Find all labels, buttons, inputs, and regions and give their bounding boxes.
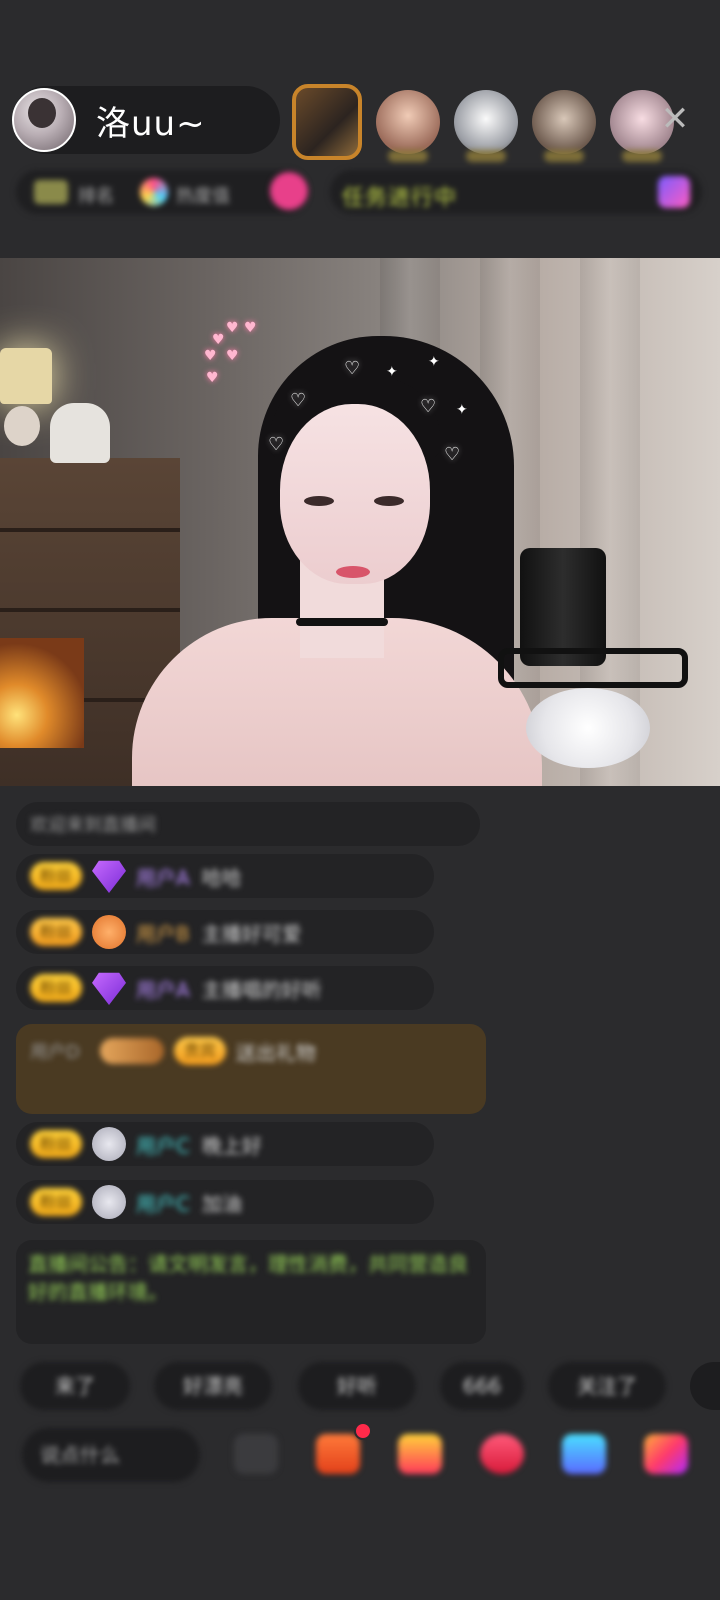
heart-effect-icon: ♡ <box>290 390 307 411</box>
live-stream-screen: 洛uu~ ✕ 排名 热度值 任务进行中 ♡ ♡ ♡ ♡ ♡ ♥ ♥ ♥ ♥ ♥ … <box>0 0 720 1600</box>
heart-effect-icon: ♥ <box>244 320 257 336</box>
choker <box>296 618 388 626</box>
user-icon <box>92 1127 127 1161</box>
sparkle-icon: ✦ <box>386 364 398 380</box>
video-stream[interactable]: ♡ ♡ ♡ ♡ ♡ ♥ ♥ ♥ ♥ ♥ ♥ ✦ ✦ ✦ <box>0 258 720 786</box>
quick-reply-overflow[interactable] <box>690 1362 720 1410</box>
streamer-face <box>280 404 430 584</box>
statue <box>50 403 110 463</box>
user-name[interactable]: 用户B <box>136 918 190 947</box>
host-name: 洛uu~ <box>96 103 206 144</box>
like-icon[interactable] <box>480 1434 524 1474</box>
more-icon[interactable] <box>644 1434 688 1474</box>
quick-reply-button[interactable]: 666 <box>440 1362 524 1410</box>
vip-message-text: 送出礼物 <box>235 1040 316 1065</box>
vip-tag-icon <box>99 1038 164 1064</box>
heart-effect-icon: ♡ <box>268 434 285 455</box>
gift-box-icon[interactable] <box>316 1434 360 1474</box>
quick-reply-button[interactable]: 好漂亮 <box>154 1362 272 1410</box>
streamer-lips <box>336 566 370 578</box>
user-name[interactable]: 用户C <box>136 1188 190 1217</box>
heart-effect-icon: ♥ <box>204 348 217 364</box>
quick-reply-button[interactable]: 来了 <box>20 1362 130 1410</box>
notice-message: 直播间公告：请文明发言，理性消费，共同营造良好的直播环境。 <box>16 1240 486 1344</box>
fan-badge: 粉丝 <box>30 862 83 890</box>
user-name[interactable]: 用户A <box>136 974 190 1003</box>
user-name[interactable]: 用户C <box>136 1130 190 1159</box>
host-avatar[interactable] <box>12 88 76 152</box>
lamp-base <box>4 406 40 446</box>
bottom-toolbar: 说点什么 <box>0 1422 720 1484</box>
notice-text: 直播间公告：请文明发言，理性消费，共同营造良好的直播环境。 <box>28 1252 468 1304</box>
sparkle-icon: ✦ <box>428 354 440 370</box>
host-info[interactable]: 洛uu~ <box>12 86 280 154</box>
vip-chat-message[interactable]: 用户D 贵宾 送出礼物 <box>16 1024 486 1114</box>
fan-badge: 粉丝 <box>30 918 83 946</box>
message-text: 主播唱的好听 <box>201 977 322 1002</box>
popularity-text: 热度值 <box>176 186 230 207</box>
chat-message[interactable]: 粉丝 用户C 晚上好 <box>16 1122 434 1166</box>
user-icon <box>92 1185 127 1219</box>
heart-effect-icon: ♡ <box>344 358 361 379</box>
viewer-avatar[interactable] <box>532 90 596 162</box>
viewer-avatar[interactable] <box>292 84 362 160</box>
task-text: 任务进行中 <box>342 186 458 211</box>
quick-reply-button[interactable]: 好听 <box>298 1362 416 1410</box>
notification-dot <box>354 1422 372 1440</box>
sparkle-icon: ✦ <box>456 402 468 418</box>
heart-effect-icon: ♥ <box>226 320 239 336</box>
chat-message[interactable]: 粉丝 用户B 主播好可爱 <box>16 910 434 954</box>
message-text: 主播好可爱 <box>201 921 302 946</box>
fan-badge: 粉丝 <box>30 1188 83 1216</box>
heart-effect-icon: ♡ <box>444 444 461 465</box>
gem-icon <box>92 972 127 1005</box>
heart-effect-icon: ♥ <box>206 370 219 386</box>
info-row: 排名 热度值 任务进行中 <box>16 170 702 214</box>
pink-action-icon[interactable] <box>270 172 308 210</box>
lamp <box>0 348 52 404</box>
user-name[interactable]: 用户A <box>136 862 190 891</box>
rank-text: 排名 <box>78 186 114 207</box>
system-message: 欢迎来到直播间 <box>16 802 480 846</box>
task-icon <box>658 176 690 208</box>
share-icon[interactable] <box>562 1434 606 1474</box>
vip-level[interactable]: 用户D <box>30 1038 80 1064</box>
quick-reply-button[interactable]: 关注了 <box>548 1362 666 1410</box>
gem-icon <box>92 860 127 893</box>
user-icon <box>92 915 127 949</box>
streamer-eye <box>374 496 404 506</box>
rank-icon <box>34 180 68 204</box>
emoji-icon[interactable] <box>234 1434 278 1474</box>
top-viewers <box>292 84 674 162</box>
chat-message[interactable]: 粉丝 用户A 哈哈 <box>16 854 434 898</box>
fan-badge: 粉丝 <box>30 974 83 1002</box>
message-text: 哈哈 <box>201 865 242 890</box>
message-text: 加油 <box>201 1191 242 1216</box>
task-banner[interactable]: 任务进行中 <box>330 170 702 214</box>
chat-input[interactable]: 说点什么 <box>22 1428 200 1482</box>
chat-message[interactable]: 粉丝 用户A 主播唱的好听 <box>16 966 434 1010</box>
system-message-text: 欢迎来到直播间 <box>30 815 156 836</box>
viewer-avatar[interactable] <box>376 90 440 162</box>
fireplace-glow <box>0 638 84 748</box>
heart-effect-icon: ♡ <box>420 396 437 417</box>
mic-arm <box>498 648 688 688</box>
close-icon[interactable]: ✕ <box>660 102 690 136</box>
rank-info[interactable]: 排名 热度值 <box>16 170 308 214</box>
mic-fluff <box>526 688 650 768</box>
heart-effect-icon: ♥ <box>212 332 225 348</box>
gift-icon[interactable] <box>398 1434 442 1474</box>
popularity-icon <box>140 178 168 206</box>
streamer-eye <box>304 496 334 506</box>
viewer-avatar[interactable] <box>454 90 518 162</box>
message-text: 晚上好 <box>201 1133 262 1158</box>
chat-message[interactable]: 粉丝 用户C 加油 <box>16 1180 434 1224</box>
heart-effect-icon: ♥ <box>226 348 239 364</box>
vip-badge: 贵宾 <box>173 1037 226 1065</box>
fan-badge: 粉丝 <box>30 1130 83 1158</box>
